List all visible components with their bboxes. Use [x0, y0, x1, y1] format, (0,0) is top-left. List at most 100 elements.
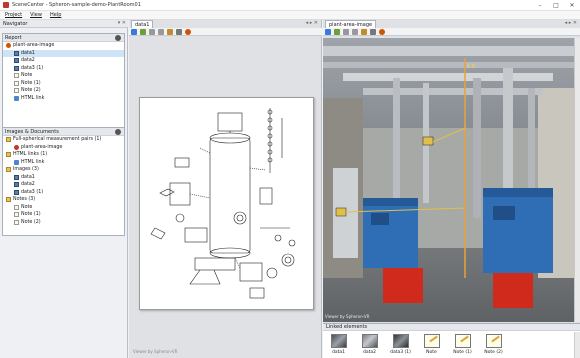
close-icon[interactable]: ✕ — [564, 0, 580, 11]
fit-icon[interactable] — [140, 28, 146, 35]
zoom-icon[interactable] — [149, 28, 155, 35]
title-bar: SceneCenter - Spheron-sample-demo-PlantR… — [0, 0, 580, 11]
menu-project[interactable]: Project — [5, 12, 22, 18]
tree-item[interactable]: Note (2) — [3, 219, 124, 227]
tree-item-label: HTML links (1) — [13, 152, 48, 158]
panel-controls-icon[interactable]: ◂ ▸ ✕ — [565, 20, 577, 26]
thumb-label: data3 (1) — [390, 350, 411, 355]
panel-controls-icon[interactable]: ◂ ▸ ✕ — [306, 20, 318, 26]
tree-item[interactable]: data3 (1) — [3, 65, 124, 73]
note-icon[interactable] — [361, 28, 367, 35]
sphere-icon — [14, 144, 19, 150]
doc-toolbar — [129, 28, 322, 36]
menu-view[interactable]: View — [30, 12, 42, 18]
pan-icon[interactable] — [158, 28, 164, 35]
tree-item[interactable]: Note — [3, 204, 124, 212]
settings-icon[interactable] — [115, 129, 121, 135]
linked-thumb[interactable]: data2 — [354, 332, 385, 358]
minimize-icon[interactable]: – — [532, 0, 548, 11]
linked-elements-panel: Linked elements data1 data2 data3 (1) Note N… — [323, 323, 580, 358]
link-icon — [14, 159, 19, 165]
target-icon[interactable] — [379, 28, 385, 35]
report-header: Report — [3, 34, 124, 42]
linked-elements-header: Linked elements — [323, 324, 580, 331]
settings-icon[interactable] — [115, 35, 121, 41]
linked-scrollbar[interactable] — [574, 332, 580, 358]
tree-item[interactable]: HTML link — [3, 95, 124, 103]
select-icon[interactable] — [131, 28, 137, 35]
tree-item[interactable]: Full-spherical measurement pairs (1) — [3, 136, 124, 144]
tree-item-label: HTML link — [21, 95, 45, 101]
tree-item[interactable]: Images (3) — [3, 166, 124, 174]
exploded-boiler-drawing — [150, 108, 296, 299]
images-tree: Images & Documents Full-spherical measur… — [2, 127, 125, 236]
linked-thumb[interactable]: data1 — [323, 332, 354, 358]
tree-item[interactable]: HTML links (1) — [3, 151, 124, 159]
linked-thumb[interactable]: Note — [416, 332, 447, 358]
tree-item-label: data1 — [21, 174, 35, 180]
viewer-caption: Viewer by Spheron-VR — [133, 349, 178, 354]
images-header: Images & Documents — [3, 128, 124, 136]
target-icon[interactable] — [185, 28, 191, 35]
panorama-image: 1.5 Viewer by Spheron-VR — [323, 38, 574, 322]
folder-icon — [6, 197, 11, 203]
zoom-icon[interactable] — [343, 28, 349, 35]
photo-thumbnail — [392, 334, 409, 348]
pin-icon[interactable]: ▾ ✕ — [118, 20, 126, 26]
thumb-label: Note — [426, 350, 437, 355]
measure-icon[interactable] — [334, 28, 340, 35]
tree-item-label: data1 — [21, 50, 35, 56]
linked-thumb[interactable]: data3 (1) — [385, 332, 416, 358]
folder-icon — [6, 152, 11, 158]
tree-item-label: Images (3) — [13, 167, 39, 173]
tree-item[interactable]: Note (2) — [3, 87, 124, 95]
plant-room-panorama[interactable]: 1.5 Viewer by Spheron-VR — [323, 38, 574, 322]
tree-item[interactable]: data3 (1) — [3, 189, 124, 197]
thumb-label: data2 — [363, 350, 376, 355]
select-icon[interactable] — [325, 28, 331, 35]
note-icon — [14, 204, 19, 210]
pan-icon[interactable] — [352, 28, 358, 35]
tree-item[interactable]: plant-area-image — [3, 144, 124, 152]
tree-item[interactable]: Note (1) — [3, 80, 124, 88]
tree-item-label: Note (2) — [21, 88, 41, 94]
plant-icon — [6, 43, 11, 49]
tree-item-label: data2 — [21, 58, 35, 64]
maximize-icon[interactable]: □ — [548, 0, 564, 11]
image-toolbar — [323, 28, 580, 36]
tree-item[interactable]: data1 — [3, 49, 124, 57]
filter-icon[interactable] — [176, 28, 182, 35]
tree-item-label: data3 (1) — [21, 189, 44, 195]
tree-item-label: data3 (1) — [21, 65, 44, 71]
thumb-label: Note (2) — [484, 350, 503, 355]
tree-item-label: Note — [21, 204, 33, 210]
filter-icon[interactable] — [370, 28, 376, 35]
tree-item[interactable]: data1 — [3, 174, 124, 182]
tab-label: plant-area-image — [329, 21, 373, 28]
tree-item[interactable]: Note (1) — [3, 211, 124, 219]
thumb-label: Note (1) — [453, 350, 472, 355]
tree-item-label: Full-spherical measurement pairs (1) — [13, 137, 102, 143]
note-icon — [14, 219, 19, 225]
linked-thumb[interactable]: Note (1) — [447, 332, 478, 358]
tree-item-label: plant-area-image — [21, 144, 63, 150]
tree-item-label: Note (1) — [21, 212, 41, 218]
image-icon — [14, 189, 19, 195]
tree-item[interactable]: data2 — [3, 181, 124, 189]
tab-plant-area-image[interactable]: plant-area-image — [325, 20, 377, 28]
note-icon[interactable] — [167, 28, 173, 35]
tree-item[interactable]: data2 — [3, 57, 124, 65]
vertical-scrollbar[interactable] — [574, 38, 580, 322]
tree-item[interactable]: Note — [3, 72, 124, 80]
menu-help[interactable]: Help — [50, 12, 61, 18]
tree-item-label: data2 — [21, 182, 35, 188]
tree-item[interactable]: plant-area-image — [3, 42, 124, 50]
tree-item[interactable]: HTML link — [3, 159, 124, 167]
tree-item[interactable]: Notes (3) — [3, 196, 124, 204]
image-icon — [14, 65, 19, 71]
folder-icon — [6, 167, 11, 173]
linked-thumb[interactable]: Note (2) — [478, 332, 509, 358]
technical-drawing[interactable] — [139, 97, 314, 310]
tab-data1[interactable]: data1 — [131, 20, 154, 28]
app-icon — [3, 2, 9, 8]
